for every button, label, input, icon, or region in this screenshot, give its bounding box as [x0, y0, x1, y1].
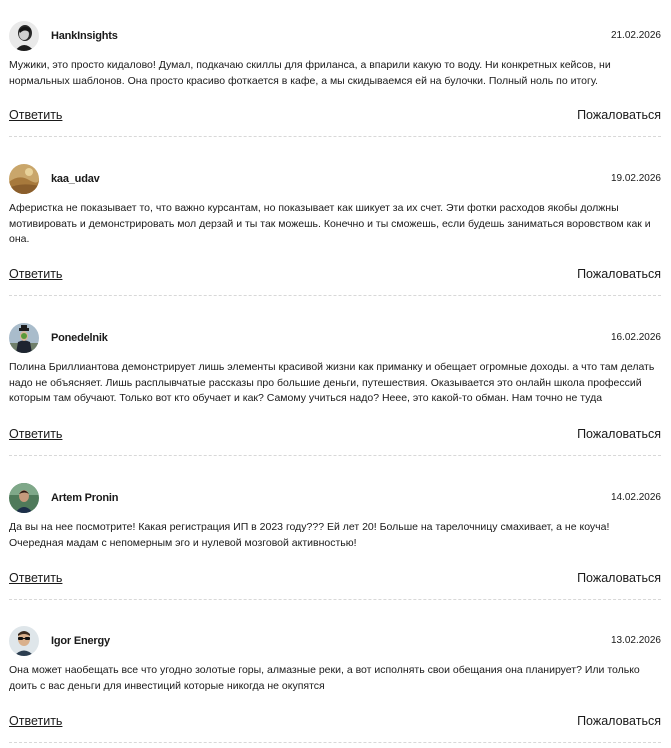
comment-divider	[9, 295, 661, 296]
comment-author: HankInsights	[51, 30, 118, 42]
reply-link[interactable]: Ответить	[9, 571, 62, 586]
comment-date: 13.02.2026	[610, 635, 661, 646]
reply-link[interactable]: Ответить	[9, 714, 62, 729]
comment-header: Artem Pronin 14.02.2026	[0, 483, 671, 517]
comment-author: Igor Energy	[51, 635, 110, 647]
comment-divider	[9, 455, 661, 456]
comment-actions: Ответить Пожаловаться	[0, 427, 671, 443]
comment-date: 19.02.2026	[610, 173, 661, 184]
comment-text: Она может наобещать все что угодно золот…	[9, 664, 640, 692]
comment-author: Artem Pronin	[51, 492, 119, 504]
comment-text: Мужики, это просто кидалово! Думал, подк…	[9, 59, 611, 87]
comment-actions: Ответить Пожаловаться	[0, 108, 671, 124]
man-avatar-icon[interactable]	[9, 21, 39, 51]
reply-link[interactable]: Ответить	[9, 427, 62, 442]
sunglasses-avatar-icon[interactable]	[9, 626, 39, 656]
comment-author: kaa_udav	[51, 173, 100, 185]
comment-header: kaa_udav 19.02.2026	[0, 164, 671, 198]
report-link[interactable]: Пожаловаться	[577, 427, 661, 442]
reply-link[interactable]: Ответить	[9, 108, 62, 123]
report-link[interactable]: Пожаловаться	[577, 108, 661, 123]
comment-text: Да вы на нее посмотрите! Какая регистрац…	[9, 521, 610, 549]
comment-actions: Ответить Пожаловаться	[0, 714, 671, 730]
report-link[interactable]: Пожаловаться	[577, 571, 661, 586]
comment-actions: Ответить Пожаловаться	[0, 267, 671, 283]
report-link[interactable]: Пожаловаться	[577, 714, 661, 729]
comment-date: 21.02.2026	[610, 30, 661, 41]
reply-link[interactable]: Ответить	[9, 267, 62, 282]
comment-actions: Ответить Пожаловаться	[0, 571, 671, 587]
comment-date: 14.02.2026	[610, 492, 661, 503]
comment-header: Igor Energy 13.02.2026	[0, 626, 671, 660]
comment-date: 16.02.2026	[610, 332, 661, 343]
desert-avatar-icon[interactable]	[9, 164, 39, 194]
comment-header: HankInsights 21.02.2026	[0, 21, 671, 55]
comment-divider	[9, 136, 661, 137]
comment-header: Ponedelnik 16.02.2026	[0, 323, 671, 357]
comment-divider	[9, 742, 661, 743]
comment-text: Аферистка не показывает то, что важно ку…	[9, 202, 651, 245]
comment-divider	[9, 599, 661, 600]
comment-author: Ponedelnik	[51, 332, 108, 344]
report-link[interactable]: Пожаловаться	[577, 267, 661, 282]
person-avatar-icon[interactable]	[9, 483, 39, 513]
apple-man-avatar-icon[interactable]	[9, 323, 39, 353]
comment-text: Полина Бриллиантова демонстрирует лишь э…	[9, 361, 655, 404]
